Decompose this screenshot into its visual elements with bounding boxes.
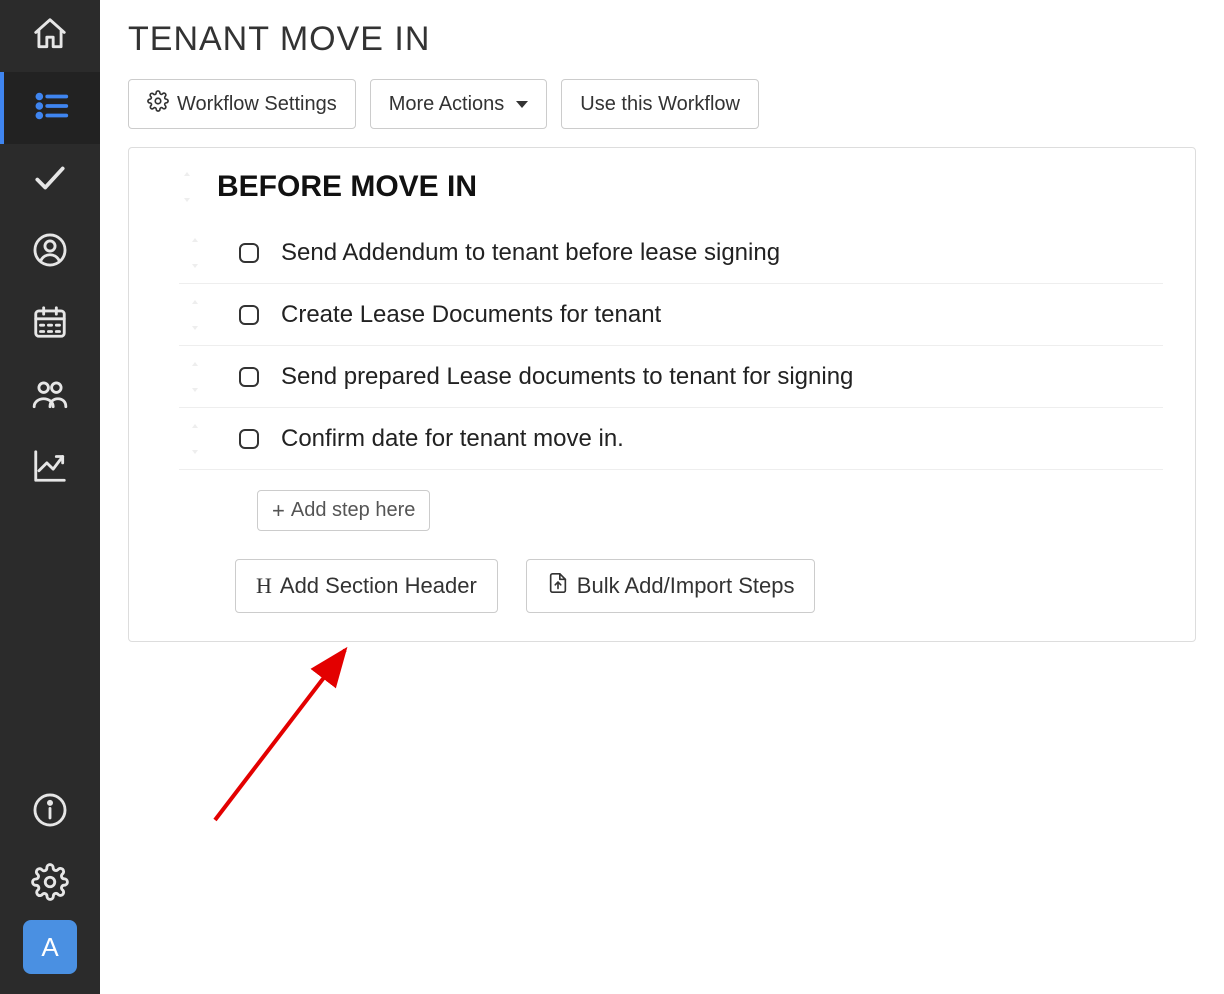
gear-icon	[147, 90, 169, 118]
avatar-letter: A	[41, 932, 58, 963]
use-workflow-label: Use this Workflow	[580, 93, 740, 116]
footer-buttons: H Add Section Header Bulk Add/Import Ste…	[179, 559, 1163, 613]
use-workflow-button[interactable]: Use this Workflow	[561, 79, 759, 129]
add-section-header-label: Add Section Header	[280, 573, 477, 599]
heading-icon: H	[256, 573, 272, 599]
drag-handle-icon[interactable]	[187, 299, 207, 331]
bulk-import-button[interactable]: Bulk Add/Import Steps	[526, 559, 816, 613]
drag-handle-icon[interactable]	[187, 237, 207, 269]
step-checkbox[interactable]	[239, 305, 259, 325]
workflow-settings-button[interactable]: Workflow Settings	[128, 79, 356, 129]
nav-settings[interactable]	[0, 848, 100, 920]
list-icon	[33, 87, 71, 130]
nav-chart[interactable]	[0, 432, 100, 504]
step-label: Send prepared Lease documents to tenant …	[281, 363, 853, 391]
page-title: TENANT MOVE IN	[128, 20, 1196, 59]
import-icon	[547, 572, 569, 600]
main-content: TENANT MOVE IN Workflow Settings More Ac…	[100, 0, 1224, 994]
workflow-settings-label: Workflow Settings	[177, 93, 337, 116]
add-step-button[interactable]: + Add step here	[257, 490, 430, 531]
action-bar: Workflow Settings More Actions Use this …	[128, 79, 1196, 129]
nav-calendar[interactable]	[0, 288, 100, 360]
step-row[interactable]: Create Lease Documents for tenant	[179, 284, 1163, 346]
sidebar: A	[0, 0, 100, 994]
step-checkbox[interactable]	[239, 243, 259, 263]
step-label: Confirm date for tenant move in.	[281, 425, 624, 453]
section-title: BEFORE MOVE IN	[217, 170, 477, 204]
step-row[interactable]: Send prepared Lease documents to tenant …	[179, 346, 1163, 408]
step-label: Send Addendum to tenant before lease sig…	[281, 239, 780, 267]
home-icon	[31, 15, 69, 58]
nav-user[interactable]	[0, 216, 100, 288]
info-icon	[31, 791, 69, 834]
drag-handle-icon[interactable]	[179, 171, 199, 203]
add-section-header-button[interactable]: H Add Section Header	[235, 559, 498, 613]
nav-group[interactable]	[0, 360, 100, 432]
plus-icon: +	[272, 500, 285, 522]
user-icon	[31, 231, 69, 274]
step-label: Create Lease Documents for tenant	[281, 301, 661, 329]
drag-handle-icon[interactable]	[187, 423, 207, 455]
workflow-card: BEFORE MOVE IN Send Addendum to tenant b…	[128, 147, 1196, 642]
bulk-import-label: Bulk Add/Import Steps	[577, 573, 795, 599]
step-row[interactable]: Send Addendum to tenant before lease sig…	[179, 222, 1163, 284]
add-step-label: Add step here	[291, 499, 416, 522]
more-actions-label: More Actions	[389, 93, 505, 116]
add-step-row: + Add step here	[179, 470, 1163, 559]
avatar[interactable]: A	[23, 920, 77, 974]
step-row[interactable]: Confirm date for tenant move in.	[179, 408, 1163, 470]
calendar-icon	[31, 303, 69, 346]
nav-list[interactable]	[0, 72, 100, 144]
step-checkbox[interactable]	[239, 429, 259, 449]
nav-home[interactable]	[0, 0, 100, 72]
section-header-row: BEFORE MOVE IN	[179, 170, 1163, 204]
chart-icon	[31, 447, 69, 490]
check-icon	[31, 159, 69, 202]
nav-info[interactable]	[0, 776, 100, 848]
settings-icon	[31, 863, 69, 906]
drag-handle-icon[interactable]	[187, 361, 207, 393]
group-icon	[31, 375, 69, 418]
caret-down-icon	[516, 101, 528, 108]
nav-check[interactable]	[0, 144, 100, 216]
annotation-arrow	[200, 620, 370, 830]
more-actions-button[interactable]: More Actions	[370, 79, 548, 129]
step-checkbox[interactable]	[239, 367, 259, 387]
